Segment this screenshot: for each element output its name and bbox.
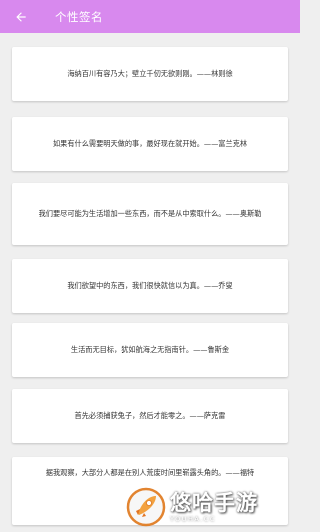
signature-card[interactable]: 海纳百川有容乃大；壁立千仞无欲则刚。——林则徐 bbox=[12, 47, 288, 101]
signature-text: 我们欲望中的东西，我们很快就信以为真。——乔叟 bbox=[67, 281, 233, 291]
signature-list[interactable]: 海纳百川有容乃大；壁立千仞无欲则刚。——林则徐 如果有什么需要明天做的事，最好现… bbox=[0, 33, 300, 532]
watermark-title: 悠哈手游 bbox=[170, 490, 258, 516]
signature-text: 如果有什么需要明天做的事，最好现在就开始。——富兰克林 bbox=[52, 139, 248, 149]
arrow-left-icon bbox=[15, 11, 26, 22]
signature-card[interactable]: 如果有什么需要明天做的事，最好现在就开始。——富兰克林 bbox=[12, 117, 288, 171]
signature-card[interactable]: 我们欲望中的东西，我们很快就信以为真。——乔叟 bbox=[12, 259, 288, 313]
back-button[interactable] bbox=[4, 0, 37, 33]
page-title: 个性签名 bbox=[55, 9, 103, 24]
signature-text: 海纳百川有容乃大；壁立千仞无欲则刚。——林则徐 bbox=[67, 69, 233, 79]
signature-text: 据我观察，大部分人都是在别人荒废时间里崭露头角的。——福特 bbox=[45, 468, 255, 477]
signature-text: 生活而无目标，犹如航海之无指南针。——鲁斯金 bbox=[70, 345, 230, 355]
signature-text: 我们要尽可能为生活增加一些东西，而不是从中索取什么。——奥斯勒 bbox=[38, 209, 262, 219]
watermark-domain: YOUHA.CC bbox=[170, 514, 216, 523]
signature-text: 首先必须捕获兔子，然后才能零之。——萨克雷 bbox=[74, 411, 226, 421]
signature-card[interactable]: 我们要尽可能为生活增加一些东西，而不是从中索取什么。——奥斯勒 bbox=[12, 183, 288, 245]
rocket-logo-icon bbox=[126, 487, 166, 527]
site-watermark: 悠哈手游 YOUHA.CC bbox=[126, 484, 296, 530]
signature-card[interactable]: 生活而无目标，犹如航海之无指南针。——鲁斯金 bbox=[12, 323, 288, 377]
signature-card[interactable]: 首先必须捕获兔子，然后才能零之。——萨克雷 bbox=[12, 389, 288, 443]
app-bar: 个性签名 bbox=[0, 0, 300, 33]
